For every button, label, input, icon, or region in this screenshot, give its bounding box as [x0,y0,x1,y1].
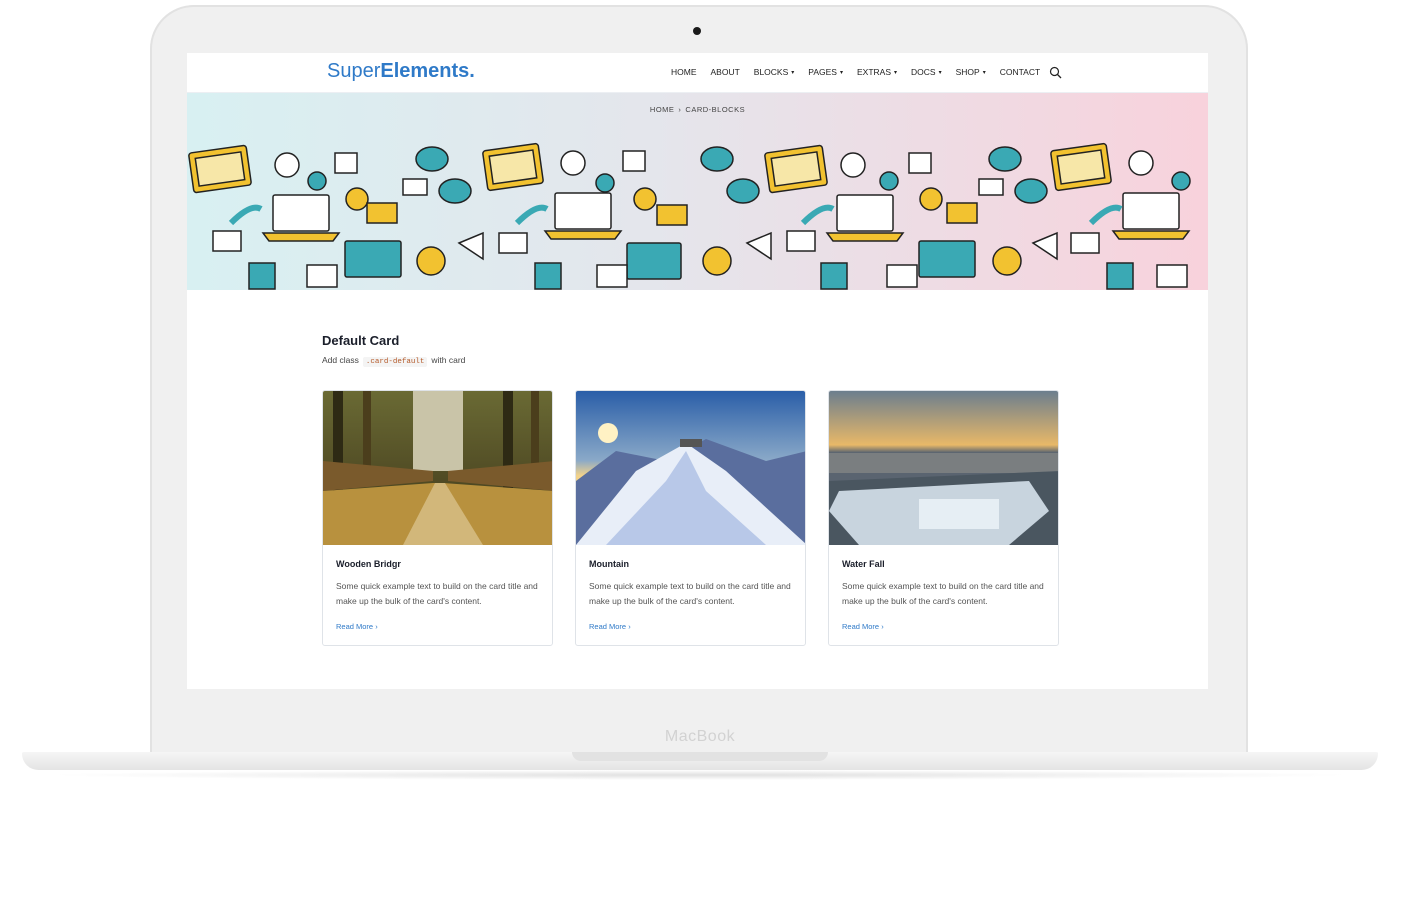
caret-down-icon: ▾ [839,69,843,76]
chevron-right-icon: › [881,622,884,631]
section-subtitle: Add class .card-default with card [322,355,466,367]
laptop-shadow [40,770,1360,780]
bridge-image [323,391,552,545]
menu-label: ABOUT [710,67,740,77]
doodle-pattern [188,142,1191,290]
caret-down-icon: ▾ [938,69,942,76]
menu-item-blocks[interactable]: BLOCKS ▾ [754,67,795,77]
camera-icon [693,27,701,35]
read-more-link[interactable]: Read More › [589,622,631,631]
card-title: Mountain [589,559,629,569]
card-title: Water Fall [842,559,885,569]
screen: SuperElements. HOME ABOUT BLOCKS ▾ PAGES ▾… [187,53,1208,689]
mountain-image [576,391,805,545]
read-more-label: Read More [589,622,627,631]
menu-item-shop[interactable]: SHOP ▾ [956,67,986,77]
main-menu: HOME ABOUT BLOCKS ▾ PAGES ▾ EXTRAS ▾ DOCS ▾ … [671,67,1054,77]
read-more-label: Read More [842,622,880,631]
navbar: SuperElements. HOME ABOUT BLOCKS ▾ PAGES ▾… [187,53,1208,93]
read-more-label: Read More [336,622,374,631]
subtitle-prefix: Add class [322,355,359,365]
menu-label: CONTACT [999,67,1041,77]
logo-text-bold: Elements. [380,60,475,82]
chevron-right-icon: › [375,622,378,631]
caret-down-icon: ▾ [982,69,986,76]
card-title: Wooden Bridgr [336,559,401,569]
search-icon[interactable] [1049,66,1062,79]
breadcrumb: HOME › CARD-BLOCKS [187,105,1208,114]
card-mountain: Mountain Some quick example text to buil… [575,390,806,646]
breadcrumb-home[interactable]: HOME [650,105,675,114]
caret-down-icon: ▾ [894,69,898,76]
breadcrumb-current: CARD-BLOCKS [685,105,746,114]
menu-item-home[interactable]: HOME [671,67,697,77]
read-more-link[interactable]: Read More › [336,622,378,631]
menu-label: HOME [671,67,697,77]
section-title: Default Card [322,333,400,348]
menu-label: BLOCKS [753,67,789,77]
menu-label: SHOP [955,67,980,77]
chevron-right-icon: › [628,622,631,631]
logo-text-light: Super [327,60,381,82]
subtitle-suffix: with card [431,355,466,365]
card-water-fall: Water Fall Some quick example text to bu… [828,390,1059,646]
breadcrumb-separator-icon: › [678,105,682,114]
card-wooden-bridge: Wooden Bridgr Some quick example text to… [322,390,553,646]
menu-item-about[interactable]: ABOUT [711,67,740,77]
caret-down-icon: ▾ [791,69,795,76]
card-text: Some quick example text to build on the … [336,581,538,606]
card-text: Some quick example text to build on the … [589,581,791,606]
card-text: Some quick example text to build on the … [842,581,1044,606]
menu-item-contact[interactable]: CONTACT [1000,67,1040,77]
menu-item-pages[interactable]: PAGES ▾ [808,67,843,77]
hero-banner: HOME › CARD-BLOCKS [187,93,1208,290]
read-more-link[interactable]: Read More › [842,622,884,631]
waterfall-image [829,391,1058,545]
menu-label: DOCS [911,67,936,77]
laptop-notch [572,752,828,761]
menu-label: PAGES [808,67,837,77]
class-code: .card-default [362,357,428,367]
menu-item-extras[interactable]: EXTRAS ▾ [857,67,897,77]
device-label: MacBook [664,728,736,745]
site-logo[interactable]: SuperElements. [327,60,475,83]
menu-item-docs[interactable]: DOCS ▾ [911,67,942,77]
menu-label: EXTRAS [856,67,891,77]
